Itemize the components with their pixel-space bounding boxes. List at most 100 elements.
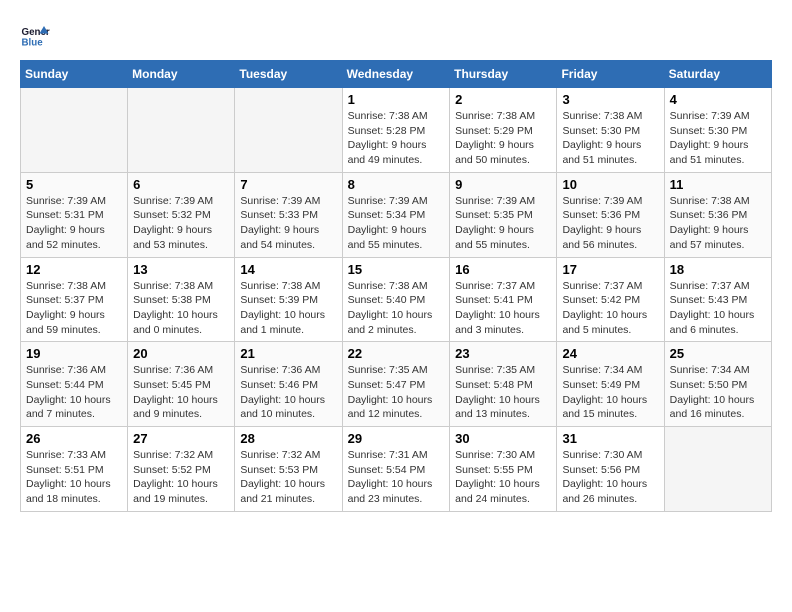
calendar-cell: 4 Sunrise: 7:39 AMSunset: 5:30 PMDaylight… xyxy=(664,88,771,173)
day-number: 30 xyxy=(455,431,551,446)
calendar-cell: 20 Sunrise: 7:36 AMSunset: 5:45 PMDayligh… xyxy=(128,342,235,427)
calendar-header-wednesday: Wednesday xyxy=(342,61,450,88)
day-number: 18 xyxy=(670,262,766,277)
day-info: Sunrise: 7:38 AMSunset: 5:30 PMDaylight:… xyxy=(562,109,658,168)
day-number: 3 xyxy=(562,92,658,107)
day-number: 19 xyxy=(26,346,122,361)
day-number: 28 xyxy=(240,431,336,446)
day-number: 5 xyxy=(26,177,122,192)
day-info: Sunrise: 7:37 AMSunset: 5:42 PMDaylight:… xyxy=(562,279,658,338)
day-info: Sunrise: 7:34 AMSunset: 5:50 PMDaylight:… xyxy=(670,363,766,422)
day-info: Sunrise: 7:39 AMSunset: 5:30 PMDaylight:… xyxy=(670,109,766,168)
calendar-cell: 31Sunrise: 7:30 AMSunset: 5:56 PMDayligh… xyxy=(557,427,664,512)
day-info: Sunrise: 7:37 AMSunset: 5:43 PMDaylight:… xyxy=(670,279,766,338)
day-number: 4 xyxy=(670,92,766,107)
day-info: Sunrise: 7:38 AMSunset: 5:39 PMDaylight:… xyxy=(240,279,336,338)
day-number: 29 xyxy=(348,431,445,446)
day-info: Sunrise: 7:38 AMSunset: 5:36 PMDaylight:… xyxy=(670,194,766,253)
svg-text:Blue: Blue xyxy=(22,38,44,49)
calendar-cell: 7Sunrise: 7:39 AMSunset: 5:33 PMDaylight… xyxy=(235,172,342,257)
calendar-week-row: 1 Sunrise: 7:38 AMSunset: 5:28 PMDaylight… xyxy=(21,88,772,173)
day-number: 8 xyxy=(348,177,445,192)
day-number: 26 xyxy=(26,431,122,446)
day-number: 9 xyxy=(455,177,551,192)
calendar-cell: 17 Sunrise: 7:37 AMSunset: 5:42 PMDayligh… xyxy=(557,257,664,342)
day-info: Sunrise: 7:38 AMSunset: 5:28 PMDaylight:… xyxy=(348,109,445,168)
calendar-cell: 16Sunrise: 7:37 AMSunset: 5:41 PMDayligh… xyxy=(450,257,557,342)
day-info: Sunrise: 7:33 AMSunset: 5:51 PMDaylight:… xyxy=(26,448,122,507)
day-info: Sunrise: 7:39 AMSunset: 5:33 PMDaylight:… xyxy=(240,194,336,253)
day-number: 1 xyxy=(348,92,445,107)
day-number: 13 xyxy=(133,262,229,277)
day-number: 14 xyxy=(240,262,336,277)
day-info: Sunrise: 7:38 AMSunset: 5:37 PMDaylight:… xyxy=(26,279,122,338)
day-info: Sunrise: 7:38 AMSunset: 5:40 PMDaylight:… xyxy=(348,279,445,338)
calendar-week-row: 12 Sunrise: 7:38 AMSunset: 5:37 PMDayligh… xyxy=(21,257,772,342)
calendar-header-monday: Monday xyxy=(128,61,235,88)
calendar-cell: 11 Sunrise: 7:38 AMSunset: 5:36 PMDayligh… xyxy=(664,172,771,257)
calendar-header-saturday: Saturday xyxy=(664,61,771,88)
day-info: Sunrise: 7:38 AMSunset: 5:29 PMDaylight:… xyxy=(455,109,551,168)
day-number: 25 xyxy=(670,346,766,361)
calendar-week-row: 26 Sunrise: 7:33 AMSunset: 5:51 PMDayligh… xyxy=(21,427,772,512)
day-info: Sunrise: 7:35 AMSunset: 5:48 PMDaylight:… xyxy=(455,363,551,422)
day-info: Sunrise: 7:32 AMSunset: 5:52 PMDaylight:… xyxy=(133,448,229,507)
calendar-cell: 12 Sunrise: 7:38 AMSunset: 5:37 PMDayligh… xyxy=(21,257,128,342)
day-number: 15 xyxy=(348,262,445,277)
calendar-cell: 25 Sunrise: 7:34 AMSunset: 5:50 PMDayligh… xyxy=(664,342,771,427)
day-number: 2 xyxy=(455,92,551,107)
day-number: 16 xyxy=(455,262,551,277)
logo: General Blue xyxy=(20,20,50,50)
day-number: 31 xyxy=(562,431,658,446)
calendar-cell: 24 Sunrise: 7:34 AMSunset: 5:49 PMDayligh… xyxy=(557,342,664,427)
calendar-cell: 26 Sunrise: 7:33 AMSunset: 5:51 PMDayligh… xyxy=(21,427,128,512)
logo-icon: General Blue xyxy=(20,20,50,50)
calendar-header-friday: Friday xyxy=(557,61,664,88)
day-info: Sunrise: 7:39 AMSunset: 5:31 PMDaylight:… xyxy=(26,194,122,253)
calendar-header-tuesday: Tuesday xyxy=(235,61,342,88)
calendar-cell: 9 Sunrise: 7:39 AMSunset: 5:35 PMDaylight… xyxy=(450,172,557,257)
calendar-cell: 14 Sunrise: 7:38 AMSunset: 5:39 PMDayligh… xyxy=(235,257,342,342)
day-number: 22 xyxy=(348,346,445,361)
calendar-cell: 27 Sunrise: 7:32 AMSunset: 5:52 PMDayligh… xyxy=(128,427,235,512)
day-number: 23 xyxy=(455,346,551,361)
day-number: 6 xyxy=(133,177,229,192)
calendar-cell: 23 Sunrise: 7:35 AMSunset: 5:48 PMDayligh… xyxy=(450,342,557,427)
calendar-cell: 13Sunrise: 7:38 AMSunset: 5:38 PMDayligh… xyxy=(128,257,235,342)
day-info: Sunrise: 7:30 AMSunset: 5:55 PMDaylight:… xyxy=(455,448,551,507)
day-info: Sunrise: 7:39 AMSunset: 5:35 PMDaylight:… xyxy=(455,194,551,253)
calendar-table: SundayMondayTuesdayWednesdayThursdayFrid… xyxy=(20,60,772,512)
day-info: Sunrise: 7:36 AMSunset: 5:46 PMDaylight:… xyxy=(240,363,336,422)
day-info: Sunrise: 7:31 AMSunset: 5:54 PMDaylight:… xyxy=(348,448,445,507)
calendar-cell xyxy=(128,88,235,173)
calendar-cell: 1 Sunrise: 7:38 AMSunset: 5:28 PMDaylight… xyxy=(342,88,450,173)
calendar-cell: 15 Sunrise: 7:38 AMSunset: 5:40 PMDayligh… xyxy=(342,257,450,342)
day-number: 12 xyxy=(26,262,122,277)
day-number: 24 xyxy=(562,346,658,361)
calendar-cell: 21 Sunrise: 7:36 AMSunset: 5:46 PMDayligh… xyxy=(235,342,342,427)
calendar-header-thursday: Thursday xyxy=(450,61,557,88)
day-number: 27 xyxy=(133,431,229,446)
calendar-cell: 8 Sunrise: 7:39 AMSunset: 5:34 PMDaylight… xyxy=(342,172,450,257)
day-info: Sunrise: 7:34 AMSunset: 5:49 PMDaylight:… xyxy=(562,363,658,422)
calendar-cell xyxy=(235,88,342,173)
calendar-cell: 22Sunrise: 7:35 AMSunset: 5:47 PMDayligh… xyxy=(342,342,450,427)
calendar-header-row: SundayMondayTuesdayWednesdayThursdayFrid… xyxy=(21,61,772,88)
day-info: Sunrise: 7:36 AMSunset: 5:45 PMDaylight:… xyxy=(133,363,229,422)
day-info: Sunrise: 7:36 AMSunset: 5:44 PMDaylight:… xyxy=(26,363,122,422)
calendar-cell: 3 Sunrise: 7:38 AMSunset: 5:30 PMDaylight… xyxy=(557,88,664,173)
calendar-cell xyxy=(664,427,771,512)
day-number: 20 xyxy=(133,346,229,361)
day-info: Sunrise: 7:39 AMSunset: 5:32 PMDaylight:… xyxy=(133,194,229,253)
calendar-cell: 28Sunrise: 7:32 AMSunset: 5:53 PMDayligh… xyxy=(235,427,342,512)
calendar-header-sunday: Sunday xyxy=(21,61,128,88)
day-info: Sunrise: 7:39 AMSunset: 5:34 PMDaylight:… xyxy=(348,194,445,253)
day-number: 11 xyxy=(670,177,766,192)
day-number: 17 xyxy=(562,262,658,277)
calendar-cell: 2 Sunrise: 7:38 AMSunset: 5:29 PMDaylight… xyxy=(450,88,557,173)
day-number: 21 xyxy=(240,346,336,361)
calendar-cell xyxy=(21,88,128,173)
calendar-week-row: 19 Sunrise: 7:36 AMSunset: 5:44 PMDayligh… xyxy=(21,342,772,427)
calendar-cell: 19 Sunrise: 7:36 AMSunset: 5:44 PMDayligh… xyxy=(21,342,128,427)
page-header: General Blue xyxy=(20,20,772,50)
